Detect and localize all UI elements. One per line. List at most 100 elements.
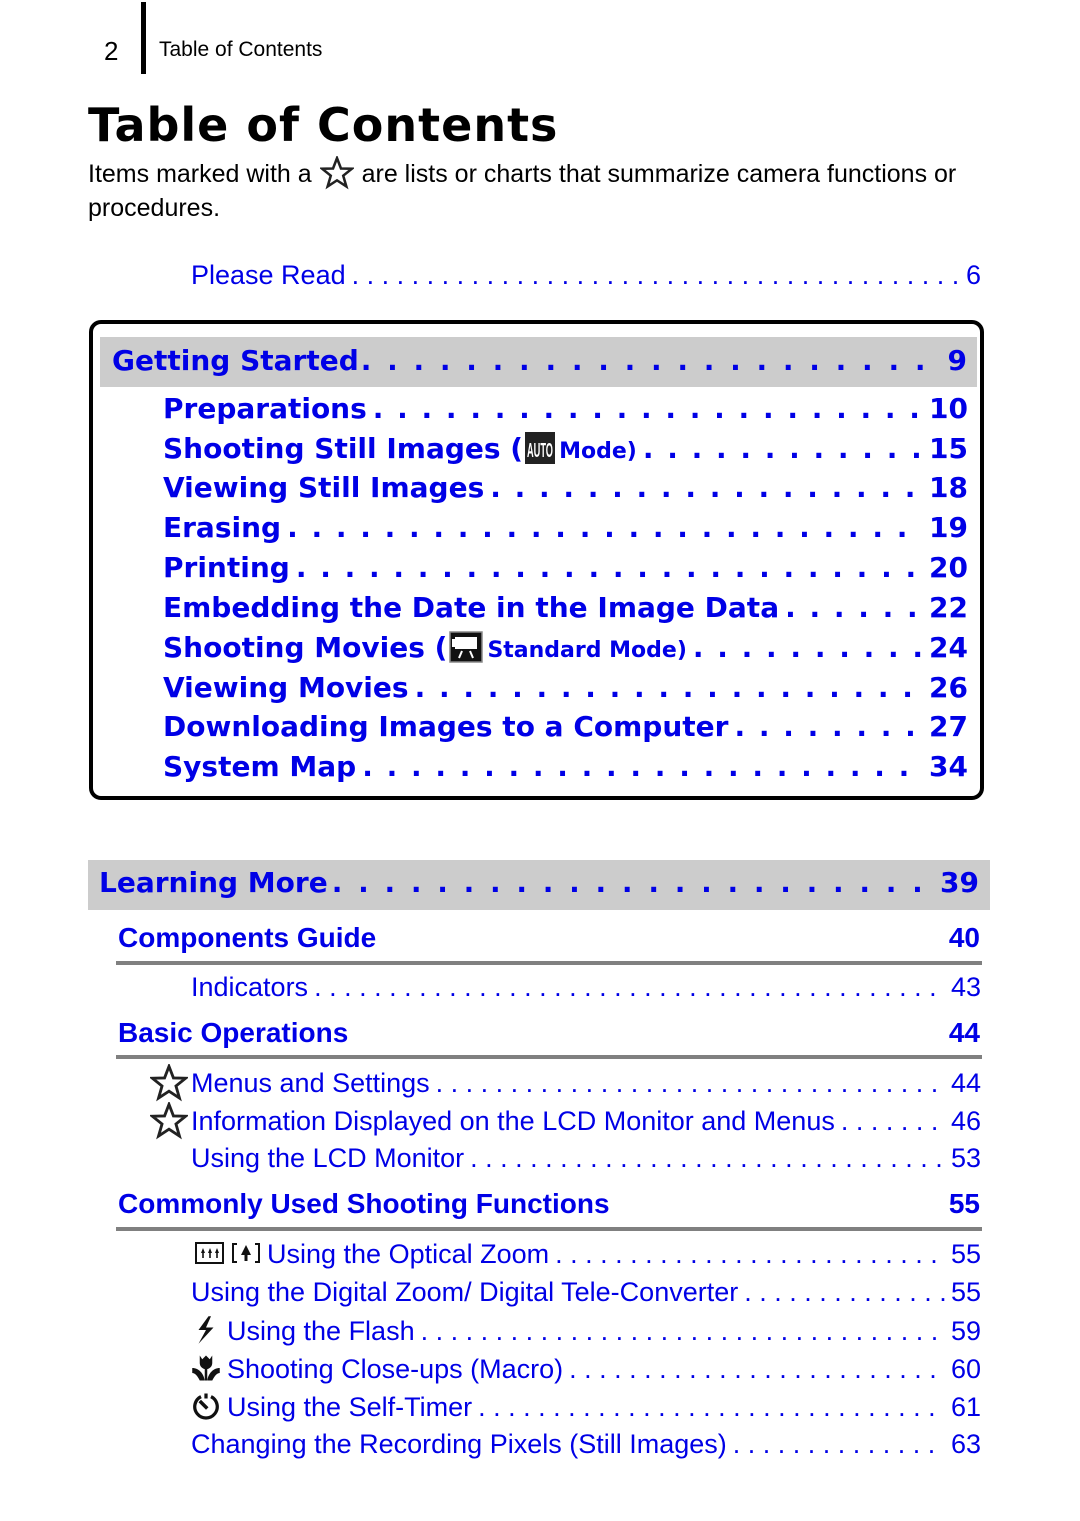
wide-angle-icon [232,1243,260,1263]
entry-label: System Map [163,750,357,783]
toc-entry[interactable]: Changing the Recording Pixels (Still Ima… [191,1429,981,1460]
entry-label-text: Shooting Still Images ( [163,432,524,465]
movie-mode-icon [449,631,484,663]
heading-page: 39 [940,866,979,899]
section-page: 55 [948,1188,980,1219]
toc-entry[interactable]: Downloading Images to a Computer 27 [163,710,968,743]
section-heading-components-guide[interactable]: Components Guide 40 [118,922,980,954]
svg-text:AUTO: AUTO [527,440,553,462]
toc-entry[interactable]: Shooting Close-ups (Macro) 60 [191,1353,981,1385]
toc-heading-getting-started[interactable]: Getting Started 9 [112,344,967,377]
entry-page: 22 [929,591,968,624]
toc-entry-please-read[interactable]: Please Read 6 [191,260,981,291]
section-heading-shooting-functions[interactable]: Commonly Used Shooting Functions 55 [118,1188,980,1220]
toc-entry[interactable]: Information Displayed on the LCD Monitor… [191,1106,981,1137]
leader-dots [361,344,944,377]
entry-label: Using the Digital Zoom/ Digital Tele-Con… [191,1277,739,1307]
entry-label: Using the LCD Monitor [191,1143,465,1173]
header-divider [141,2,146,74]
entry-page: 44 [950,1068,981,1098]
toc-entry[interactable]: Preparations 10 [163,392,968,425]
macro-icon [192,1355,220,1381]
entry-page: 15 [929,432,968,465]
leader-dots [287,511,923,544]
entry-label: Using the Optical Zoom [195,1239,549,1270]
entry-page: 46 [950,1106,981,1136]
entry-page: 18 [929,471,968,504]
entry-page: 19 [929,511,968,544]
section-label: Components Guide [118,922,377,953]
entry-page: 10 [929,392,968,425]
telephoto-icon [195,1242,224,1264]
entry-label-text: Shooting Movies ( [163,631,448,664]
entry-page: 61 [950,1392,981,1422]
entry-label: Erasing [163,511,282,544]
toc-entry[interactable]: Using the Digital Zoom/ Digital Tele-Con… [191,1277,981,1308]
heading-label: Getting Started [112,344,359,377]
leader-dots [569,1354,945,1385]
toc-entry[interactable]: Shooting Still Images (AUTO Mode) 15 [163,432,968,465]
toc-entry[interactable]: Printing 20 [163,551,968,584]
leader-dots [362,750,923,783]
entry-label: Please Read [191,260,346,290]
toc-entry[interactable]: Viewing Still Images 18 [163,471,968,504]
page-number: 2 [104,36,119,66]
entry-label: Printing [163,551,290,584]
toc-entry[interactable]: Indicators 43 [191,972,981,1003]
entry-page: 27 [929,710,968,743]
running-header: Table of Contents [159,38,323,61]
toc-entry[interactable]: Using the Self-Timer 61 [191,1391,981,1423]
heading-label: Learning More [99,866,328,899]
toc-entry[interactable]: Menus and Settings 44 [191,1068,981,1099]
entry-label: Using the Flash [191,1315,415,1347]
section-rule [116,1227,982,1231]
entry-label-text: Using the Flash [227,1316,415,1346]
leader-dots [373,392,923,425]
section-heading-basic-operations[interactable]: Basic Operations 44 [118,1017,980,1049]
entry-label-text: Shooting Close-ups (Macro) [227,1354,564,1384]
entry-page: 55 [950,1277,981,1307]
self-timer-icon [193,1393,219,1420]
entry-label: Information Displayed on the LCD Monitor… [191,1106,835,1136]
entry-label-suffix: Standard Mode) [487,638,687,663]
entry-page: 20 [929,551,968,584]
entry-label: Shooting Close-ups (Macro) [191,1353,563,1385]
leader-dots [352,260,960,291]
heading-page: 9 [947,344,967,377]
flash-icon [198,1316,214,1344]
toc-entry[interactable]: Viewing Movies 26 [163,671,968,704]
toc-entry[interactable]: Shooting Movies (Standard Mode) 24 [163,631,968,664]
toc-heading-learning-more[interactable]: Learning More 39 [99,866,979,899]
leader-dots [744,1277,945,1308]
section-page: 40 [948,922,980,953]
leader-dots [785,591,923,624]
toc-entry[interactable]: Using the Flash 59 [191,1315,981,1347]
entry-page: 43 [950,972,981,1002]
entry-label: Indicators [191,972,309,1002]
entry-page: 6 [965,260,981,290]
entry-label: Shooting Movies ( Standard Mode) [163,631,687,664]
star-icon [150,1064,188,1102]
toc-entry[interactable]: Using the Optical Zoom 55 [195,1239,981,1270]
entry-page: 59 [950,1316,981,1346]
toc-entry[interactable]: System Map 34 [163,750,968,783]
entry-page: 63 [950,1429,981,1459]
leader-dots [421,1316,945,1347]
section-page: 44 [948,1017,980,1048]
entry-label-text: Using the Optical Zoom [267,1239,550,1269]
toc-entry[interactable]: Erasing 19 [163,511,968,544]
leader-dots [733,1429,945,1460]
leader-dots [415,671,923,704]
toc-entry[interactable]: Using the LCD Monitor 53 [191,1143,981,1174]
entry-label-text: Using the Self-Timer [227,1392,473,1422]
entry-label: Preparations [163,392,367,425]
leader-dots [555,1239,945,1270]
leader-dots [314,972,945,1003]
star-icon [319,156,354,190]
entry-page: 55 [950,1239,981,1269]
entry-label: Shooting Still Images (AUTO Mode) [163,432,637,465]
toc-entry[interactable]: Embedding the Date in the Image Data 22 [163,591,968,624]
entry-label: Menus and Settings [191,1068,430,1098]
intro-text: Items marked with a are lists or charts … [88,156,998,225]
entry-page: 34 [929,750,968,783]
